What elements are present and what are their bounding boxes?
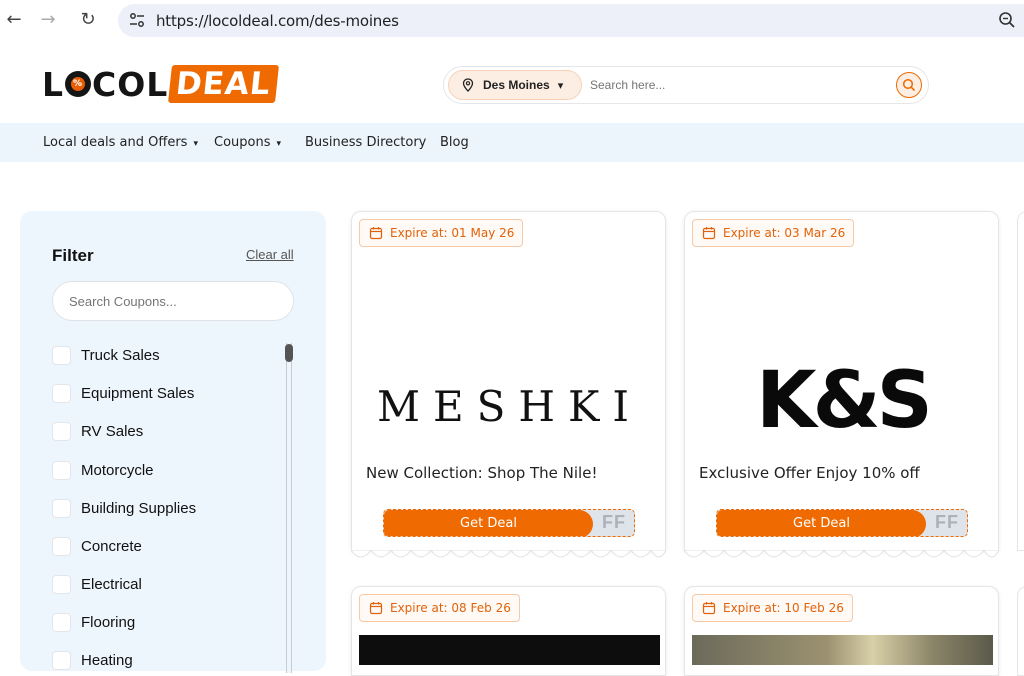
search-button[interactable] — [896, 72, 922, 98]
deal-image — [359, 635, 660, 665]
deal-code-reveal[interactable]: FF Get Deal — [383, 509, 635, 537]
category-label: Heating — [81, 651, 133, 669]
category-item[interactable]: Building Supplies — [52, 496, 196, 520]
category-checkbox[interactable] — [52, 345, 71, 365]
category-checkbox[interactable] — [52, 574, 71, 594]
browser-toolbar: ← → ↻ https://locoldeal.com/des-moines — [0, 0, 1024, 42]
deal-card[interactable]: Expire at: 08 Feb 26 — [351, 586, 666, 676]
category-label: Concrete — [81, 537, 142, 555]
category-checkbox[interactable] — [52, 612, 71, 632]
url-text[interactable]: https://locoldeal.com/des-moines — [156, 12, 399, 30]
city-selector[interactable]: Des Moines ▾ — [448, 70, 582, 100]
category-label: Equipment Sales — [81, 384, 195, 402]
site-search-input[interactable] — [590, 75, 880, 95]
category-scrollbar[interactable] — [286, 343, 292, 673]
clear-all-link[interactable]: Clear all — [246, 247, 294, 262]
category-item[interactable]: Motorcycle — [52, 458, 154, 482]
site-logo[interactable]: L COL DEAL — [42, 64, 279, 104]
category-item[interactable]: Flooring — [52, 610, 135, 634]
deal-code-reveal[interactable]: FF Get Deal — [716, 509, 968, 537]
category-item[interactable]: Electrical — [52, 572, 142, 596]
location-pin-icon — [462, 78, 474, 92]
expire-badge: Expire at: 10 Feb 26 — [692, 594, 853, 622]
site-header: L COL DEAL Des Moines ▾ — [0, 42, 1024, 122]
get-deal-button[interactable]: Get Deal — [717, 510, 926, 536]
nav-local-deals-label: Local deals and Offers — [43, 135, 188, 150]
logo-loco-text: L COL — [42, 65, 168, 104]
nav-local-deals[interactable]: Local deals and Offers ▾ — [43, 135, 198, 150]
category-item[interactable]: Heating — [52, 648, 133, 672]
card-zigzag-edge — [351, 550, 666, 558]
deal-code-hint: FF — [602, 512, 626, 532]
coupon-search-input[interactable] — [52, 281, 294, 321]
deal-card[interactable]: Expire at: 01 May 26 MESHKI New Collecti… — [351, 211, 666, 558]
forward-arrow-icon[interactable]: → — [36, 8, 60, 32]
expire-text: Expire at: 10 Feb 26 — [723, 601, 844, 615]
category-checkbox[interactable] — [52, 421, 71, 441]
nav-business-directory[interactable]: Business Directory — [305, 135, 426, 150]
category-label: Building Supplies — [81, 499, 197, 517]
expire-badge: Expire at: 08 Feb 26 — [359, 594, 520, 622]
deal-code-hint: FF — [935, 512, 959, 532]
deal-title[interactable]: Exclusive Offer Enjoy 10% off — [699, 464, 920, 482]
category-label: Electrical — [81, 575, 142, 593]
expire-text: Expire at: 03 Mar 26 — [723, 226, 846, 240]
category-label: Truck Sales — [81, 346, 160, 364]
zoom-icon[interactable] — [998, 11, 1016, 29]
category-checkbox[interactable] — [52, 650, 71, 670]
back-arrow-icon[interactable]: ← — [2, 8, 26, 32]
category-label: Flooring — [81, 613, 136, 631]
expire-text: Expire at: 08 Feb 26 — [390, 601, 511, 615]
category-item[interactable]: Concrete — [52, 534, 142, 558]
category-scrollbar-thumb[interactable] — [285, 344, 293, 362]
deal-card-partial[interactable] — [1017, 211, 1024, 551]
deal-title[interactable]: New Collection: Shop The Nile! — [366, 464, 597, 482]
category-checkbox[interactable] — [52, 536, 71, 556]
category-checkbox[interactable] — [52, 460, 71, 480]
card-zigzag-edge — [684, 550, 999, 558]
category-checkbox[interactable] — [52, 383, 71, 403]
chevron-down-icon: ▾ — [193, 139, 198, 149]
category-checkbox[interactable] — [52, 498, 71, 518]
brand-logo-meshki: MESHKI — [376, 382, 643, 431]
logo-letters-col: COL — [92, 64, 169, 104]
get-deal-button[interactable]: Get Deal — [384, 510, 593, 536]
deal-card-partial[interactable] — [1017, 586, 1024, 676]
site-settings-icon[interactable] — [128, 11, 146, 29]
category-label: Motorcycle — [81, 461, 154, 479]
expire-badge: Expire at: 01 May 26 — [359, 219, 524, 247]
category-item[interactable]: Truck Sales — [52, 343, 160, 367]
main-navigation: Local deals and Offers ▾ Coupons ▾ Busines… — [0, 123, 1024, 162]
filter-panel: Filter Clear all Truck Sales Equipment S… — [20, 211, 326, 673]
calendar-icon — [369, 227, 383, 240]
site-search-bar: Des Moines ▾ — [443, 66, 929, 104]
address-bar[interactable]: https://locoldeal.com/des-moines — [118, 4, 1024, 37]
deal-card[interactable]: Expire at: 10 Feb 26 — [684, 586, 999, 676]
category-label: RV Sales — [81, 422, 144, 440]
nav-blog[interactable]: Blog — [440, 135, 469, 150]
logo-deal-text: DEAL — [168, 65, 279, 103]
chevron-down-icon: ▾ — [557, 79, 564, 92]
deal-image — [692, 635, 993, 665]
nav-coupons-label: Coupons — [214, 135, 271, 150]
logo-letter-l: L — [42, 64, 65, 104]
filter-title: Filter — [52, 246, 94, 265]
calendar-icon — [702, 227, 716, 240]
nav-coupons[interactable]: Coupons ▾ — [214, 135, 281, 150]
city-label: Des Moines — [483, 78, 550, 92]
category-item[interactable]: RV Sales — [52, 419, 143, 443]
chevron-down-icon: ▾ — [276, 139, 282, 149]
reload-icon[interactable]: ↻ — [76, 8, 100, 32]
expire-text: Expire at: 01 May 26 — [390, 226, 515, 240]
category-item[interactable]: Equipment Sales — [52, 381, 194, 405]
calendar-icon — [702, 602, 716, 615]
logo-percent-icon — [65, 71, 92, 97]
expire-badge: Expire at: 03 Mar 26 — [692, 219, 855, 247]
calendar-icon — [369, 602, 383, 615]
deal-card[interactable]: Expire at: 03 Mar 26 K&S Exclusive Offer… — [684, 211, 999, 558]
brand-logo-ks: K&S — [756, 360, 933, 442]
search-icon — [902, 78, 916, 92]
